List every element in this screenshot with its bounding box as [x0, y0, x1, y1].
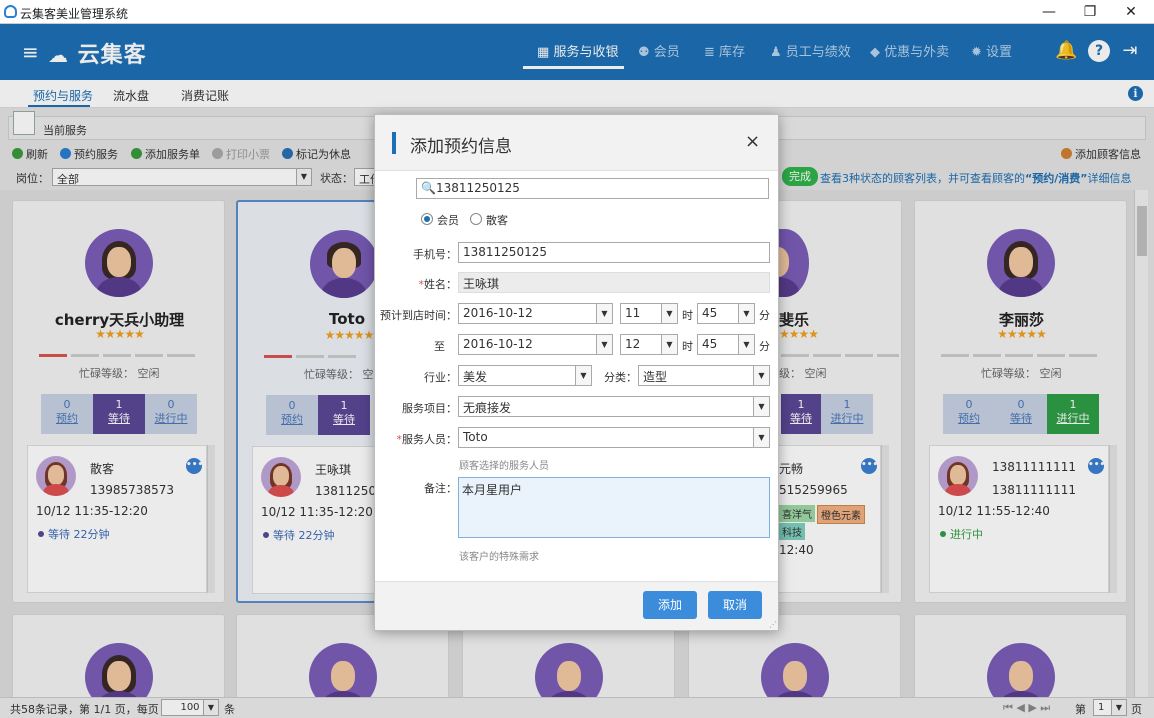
end-hour-select[interactable]: 12 ▼ — [620, 334, 678, 355]
start-hour-value: 11 — [625, 306, 641, 320]
window-titlebar: 云集客美业管理系统 — ❐ ✕ — [0, 0, 1154, 24]
category-label: 分类： — [604, 371, 637, 384]
hour-unit: 时 — [682, 309, 693, 322]
customer-search-input[interactable]: 🔍13811250125 — [416, 178, 769, 199]
category-select[interactable]: 造型 ▼ — [638, 365, 770, 386]
service-label: 服务项目： — [402, 402, 457, 415]
end-minute-value: 45 — [702, 337, 718, 351]
staff-label-text: 服务人员： — [402, 433, 457, 446]
end-date-value: 2016-10-12 — [463, 337, 533, 351]
industry-value: 美发 — [463, 370, 488, 384]
window-close-button[interactable]: ✕ — [1116, 2, 1146, 22]
guest-radio[interactable] — [470, 213, 482, 225]
maximize-button[interactable]: ❐ — [1075, 2, 1105, 22]
start-hour-select[interactable]: 11 ▼ — [620, 303, 678, 324]
to-label: 至 — [434, 340, 445, 353]
minute-unit: 分 — [759, 309, 770, 322]
name-input[interactable]: 王咏琪 — [458, 272, 770, 293]
search-value: 13811250125 — [435, 181, 520, 195]
chevron-down-icon: ▼ — [596, 304, 612, 323]
cancel-button[interactable]: 取消 — [708, 591, 762, 619]
staff-value: Toto — [463, 430, 488, 444]
category-value: 造型 — [643, 370, 668, 384]
chevron-down-icon: ▼ — [753, 397, 769, 416]
start-date-select[interactable]: 2016-10-12 ▼ — [458, 303, 613, 324]
note-label: 备注： — [424, 482, 457, 495]
dialog-title: 添加预约信息 — [410, 137, 512, 157]
guest-radio-label: 散客 — [486, 214, 508, 227]
chevron-down-icon: ▼ — [753, 366, 769, 385]
start-date-value: 2016-10-12 — [463, 306, 533, 320]
industry-select[interactable]: 美发 ▼ — [458, 365, 592, 386]
name-label-text: 姓名： — [424, 278, 457, 291]
end-minute-select[interactable]: 45 ▼ — [697, 334, 755, 355]
member-radio[interactable] — [421, 213, 433, 225]
industry-label: 行业： — [424, 371, 457, 384]
chevron-down-icon: ▼ — [661, 304, 677, 323]
hour-unit: 时 — [682, 340, 693, 353]
chevron-down-icon: ▼ — [738, 335, 754, 354]
minimize-button[interactable]: — — [1034, 2, 1064, 22]
name-label: *姓名： — [418, 278, 458, 291]
dialog-close-icon[interactable]: × — [745, 131, 760, 152]
window-title: 云集客美业管理系统 — [20, 7, 129, 21]
minute-unit: 分 — [759, 340, 770, 353]
resize-grip-icon[interactable]: ⋰ — [769, 620, 777, 629]
start-minute-value: 45 — [702, 306, 718, 320]
start-minute-select[interactable]: 45 ▼ — [697, 303, 755, 324]
member-radio-label: 会员 — [437, 214, 459, 227]
add-button[interactable]: 添加 — [643, 591, 697, 619]
staff-help-text: 顾客选择的服务人员 — [459, 461, 549, 472]
add-appointment-dialog: 添加预约信息 × 🔍13811250125 会员 散客 手机号： 1381125… — [374, 114, 779, 631]
staff-label: *服务人员： — [396, 433, 458, 446]
chevron-down-icon: ▼ — [738, 304, 754, 323]
arrive-time-label: 预计到店时间： — [380, 309, 457, 322]
chevron-down-icon: ▼ — [753, 428, 769, 447]
title-accent-bar — [392, 132, 396, 154]
phone-input[interactable]: 13811250125 — [458, 242, 770, 263]
phone-label: 手机号： — [413, 248, 457, 261]
note-help-text: 该客户的特殊需求 — [459, 552, 539, 563]
chevron-down-icon: ▼ — [596, 335, 612, 354]
service-value: 无痕接发 — [463, 401, 512, 415]
chevron-down-icon: ▼ — [575, 366, 591, 385]
end-date-select[interactable]: 2016-10-12 ▼ — [458, 334, 613, 355]
app-logo-icon — [4, 5, 17, 18]
note-textarea[interactable]: 本月星用户 — [458, 477, 770, 538]
end-hour-value: 12 — [625, 337, 641, 351]
service-select[interactable]: 无痕接发 ▼ — [458, 396, 770, 417]
chevron-down-icon: ▼ — [661, 335, 677, 354]
search-icon: 🔍 — [421, 181, 436, 195]
staff-select[interactable]: Toto ▼ — [458, 427, 770, 448]
